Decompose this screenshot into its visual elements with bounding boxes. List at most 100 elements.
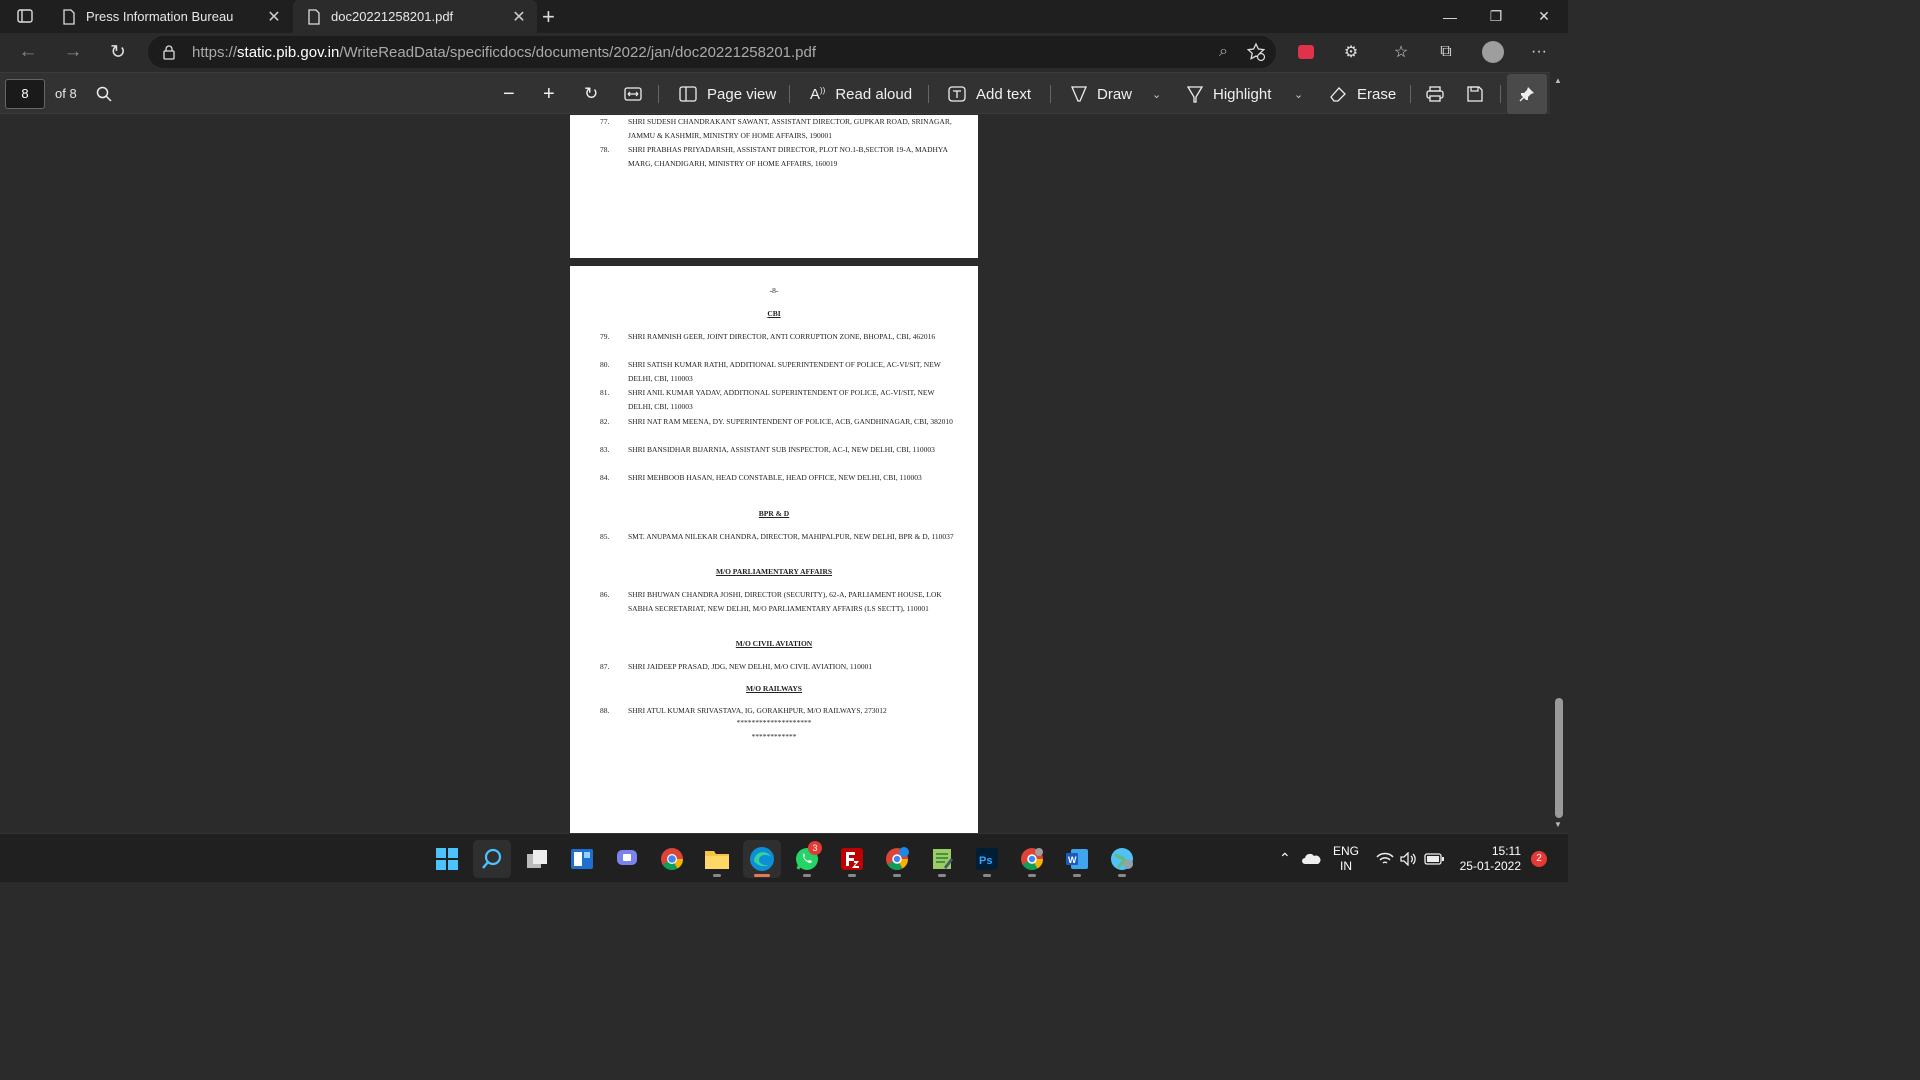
pocket-extension-icon[interactable] bbox=[1294, 41, 1318, 63]
add-text-icon bbox=[948, 86, 966, 102]
end-stars: ************ bbox=[751, 732, 797, 741]
tab-pdf-document[interactable]: doc20221258201.pdf ✕ bbox=[293, 0, 537, 33]
scroll-down-icon[interactable]: ▼ bbox=[1554, 820, 1562, 829]
running-indicator bbox=[1118, 874, 1126, 877]
back-button[interactable]: ← bbox=[14, 39, 42, 65]
whatsapp-app[interactable]: 3 bbox=[788, 840, 826, 878]
eraser-icon bbox=[1329, 86, 1347, 102]
pdf-viewer[interactable]: 77. SHRI SUDESH CHANDRAKANT SAWANT, ASSI… bbox=[0, 115, 1568, 833]
windows-icon bbox=[436, 848, 458, 870]
pdf-toolbar: 8 of 8 − + ↻ Page view A)) Read aloud Ad… bbox=[0, 72, 1568, 114]
entry-number: 83. bbox=[600, 445, 610, 454]
search-icon bbox=[482, 848, 502, 869]
entry-number: 78. bbox=[600, 145, 610, 154]
url-text[interactable]: https://static.pib.gov.in/WriteReadData/… bbox=[192, 44, 816, 61]
navigation-bar: ← → ↻ https://static.pib.gov.in/WriteRea… bbox=[0, 33, 1568, 71]
battery-icon[interactable] bbox=[1424, 834, 1444, 883]
zoom-icon[interactable]: ⌕ bbox=[1219, 43, 1228, 61]
widgets-button[interactable] bbox=[563, 840, 601, 878]
show-hidden-icons-chevron-up-icon[interactable]: ⌃ bbox=[1279, 834, 1291, 883]
draw-options-chevron-down-icon[interactable]: ⌄ bbox=[1152, 73, 1161, 115]
chrome-icon bbox=[661, 848, 683, 870]
entry-text: SHRI SATISH KUMAR RATHI, ADDITIONAL SUPE… bbox=[628, 360, 941, 383]
zoom-out-button[interactable]: − bbox=[503, 73, 515, 115]
chrome-beta-app[interactable] bbox=[1013, 840, 1051, 878]
onedrive-icon[interactable] bbox=[1301, 834, 1321, 883]
restore-button[interactable]: ❐ bbox=[1473, 0, 1519, 33]
notepad-app[interactable] bbox=[923, 840, 961, 878]
pin-toolbar-icon[interactable] bbox=[1507, 74, 1547, 114]
whatsapp-badge: 3 bbox=[808, 841, 822, 855]
highlight-options-chevron-down-icon[interactable]: ⌄ bbox=[1294, 73, 1303, 115]
tab-actions-icon bbox=[17, 9, 33, 23]
running-indicator bbox=[1028, 874, 1036, 877]
more-options-icon[interactable]: ··· bbox=[1527, 41, 1551, 63]
add-favorite-icon[interactable] bbox=[1246, 42, 1266, 62]
volume-icon[interactable] bbox=[1400, 834, 1418, 883]
draw-button[interactable]: Draw bbox=[1071, 73, 1132, 115]
file-explorer-app[interactable] bbox=[698, 840, 736, 878]
edge-app[interactable] bbox=[743, 840, 781, 878]
collections-icon[interactable]: ⧉ bbox=[1434, 41, 1458, 63]
running-indicator bbox=[713, 874, 721, 877]
minimize-button[interactable]: — bbox=[1427, 0, 1473, 33]
chrome-beta-icon bbox=[1021, 848, 1043, 870]
find-icon[interactable] bbox=[96, 73, 112, 115]
clock[interactable]: 15:11 25-01-2022 bbox=[1455, 834, 1521, 883]
entry-number: 87. bbox=[600, 662, 610, 671]
read-aloud-icon: A)) bbox=[810, 85, 826, 103]
refresh-button[interactable]: ↻ bbox=[104, 39, 132, 65]
entry-text: SHRI BANSIDHAR BIJARNIA, ASSISTANT SUB I… bbox=[628, 445, 935, 454]
forward-button[interactable]: → bbox=[59, 39, 87, 65]
new-tab-button[interactable]: + bbox=[542, 4, 555, 30]
url-protocol: https:// bbox=[192, 44, 238, 61]
wifi-icon[interactable] bbox=[1376, 834, 1394, 883]
tab-actions-button[interactable] bbox=[8, 5, 42, 27]
add-text-button[interactable]: Add text bbox=[948, 73, 1031, 115]
clock-time: 15:11 bbox=[1491, 843, 1521, 858]
photoshop-app[interactable]: Ps bbox=[968, 840, 1006, 878]
zoom-in-button[interactable]: + bbox=[543, 73, 555, 115]
notification-badge[interactable]: 2 bbox=[1531, 851, 1547, 867]
print-icon[interactable] bbox=[1426, 73, 1444, 115]
entry-number: 79. bbox=[600, 332, 610, 341]
close-window-button[interactable]: ✕ bbox=[1521, 0, 1567, 33]
scrollbar-thumb[interactable] bbox=[1555, 698, 1563, 818]
extensions-icon[interactable]: ⚙ bbox=[1339, 41, 1363, 63]
rotate-icon[interactable]: ↻ bbox=[584, 73, 598, 115]
read-aloud-button[interactable]: A)) Read aloud bbox=[810, 73, 912, 115]
page-number-input[interactable]: 8 bbox=[5, 79, 45, 109]
save-icon[interactable] bbox=[1467, 73, 1483, 115]
teams-chat-button[interactable] bbox=[608, 840, 646, 878]
vertical-scrollbar[interactable]: ▲ ▼ bbox=[1550, 72, 1568, 833]
fit-width-icon[interactable] bbox=[624, 73, 642, 115]
start-button[interactable] bbox=[428, 840, 466, 878]
close-tab-icon[interactable]: ✕ bbox=[507, 7, 531, 27]
browser-app[interactable] bbox=[1103, 840, 1141, 878]
profile-avatar[interactable] bbox=[1481, 41, 1505, 63]
search-button[interactable] bbox=[473, 840, 511, 878]
region-code: IN bbox=[1340, 858, 1352, 873]
section-heading-parliamentary-affairs: M/O PARLIAMENTARY AFFAIRS bbox=[715, 567, 833, 576]
task-view-button[interactable] bbox=[518, 840, 556, 878]
scroll-up-icon[interactable]: ▲ bbox=[1554, 76, 1562, 85]
svg-text:Ps: Ps bbox=[979, 855, 992, 867]
word-app[interactable]: W bbox=[1058, 840, 1096, 878]
chrome-profile-app[interactable] bbox=[878, 840, 916, 878]
favorites-icon[interactable]: ☆ bbox=[1389, 41, 1413, 63]
entry-number: 81. bbox=[600, 388, 610, 397]
entry-text: SHRI RAMNISH GEER, JOINT DIRECTOR, ANTI … bbox=[628, 332, 936, 341]
erase-button[interactable]: Erase bbox=[1329, 73, 1396, 115]
lock-icon[interactable] bbox=[162, 44, 176, 60]
tab-press-information-bureau[interactable]: Press Information Bureau ✕ bbox=[48, 0, 292, 33]
draw-icon bbox=[1071, 85, 1087, 103]
close-tab-icon[interactable]: ✕ bbox=[262, 7, 286, 27]
page-view-button[interactable]: Page view bbox=[679, 73, 776, 115]
language-indicator[interactable]: ENG IN bbox=[1333, 834, 1359, 883]
entry-text: SHRI ATUL KUMAR SRIVASTAVA, IG, GORAKHPU… bbox=[628, 706, 887, 715]
highlight-button[interactable]: Highlight bbox=[1187, 73, 1271, 115]
chrome-app[interactable] bbox=[653, 840, 691, 878]
address-bar[interactable]: https://static.pib.gov.in/WriteReadData/… bbox=[148, 36, 1276, 68]
section-heading-railways: M/O RAILWAYS bbox=[746, 684, 802, 693]
filezilla-app[interactable] bbox=[833, 840, 871, 878]
